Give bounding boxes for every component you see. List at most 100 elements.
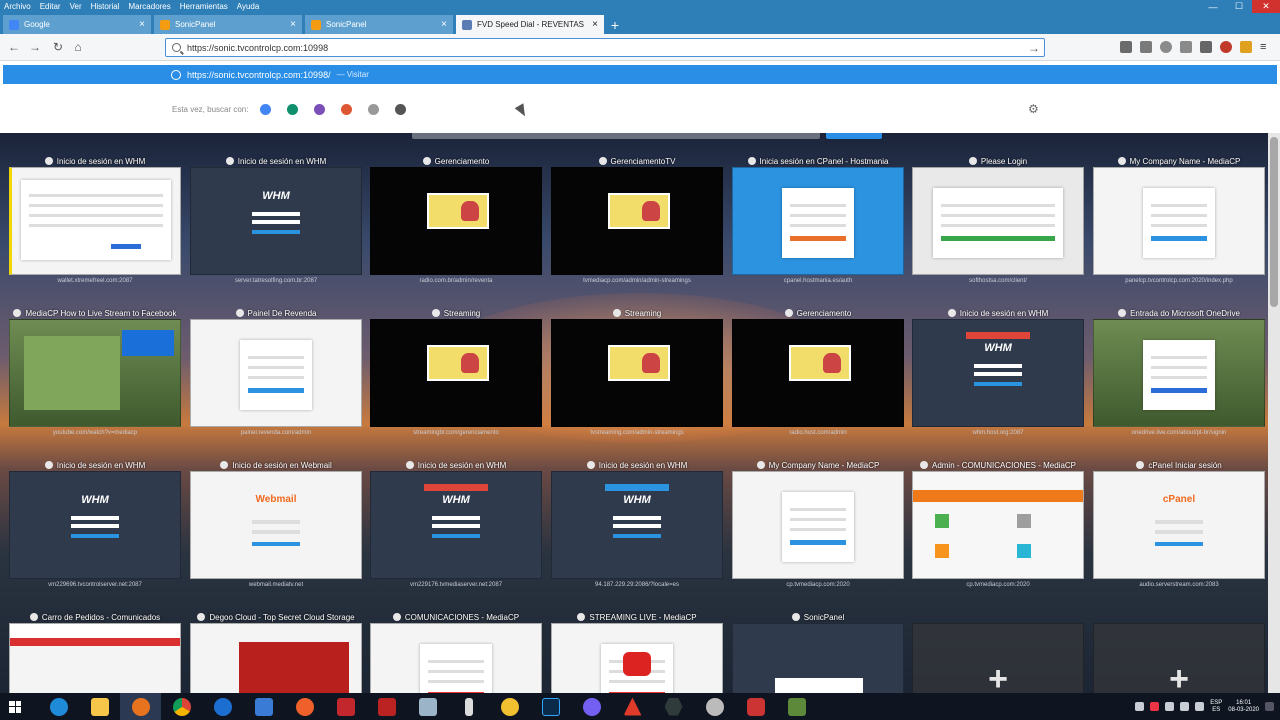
- taskbar-chrome[interactable]: [161, 693, 202, 720]
- add-dial-icon[interactable]: +: [1094, 662, 1264, 693]
- menu-item-6[interactable]: Ayuda: [237, 2, 260, 11]
- speed-dial-search-button[interactable]: [826, 133, 882, 139]
- account-icon[interactable]: [1160, 41, 1172, 53]
- taskbar-app-record[interactable]: [735, 693, 776, 720]
- dial-thumbnail[interactable]: +: [912, 623, 1084, 693]
- dial-thumbnail[interactable]: [732, 471, 904, 579]
- speed-dial-tile[interactable]: My Company Name - MediaCP panelcp.tvcontr…: [1093, 155, 1265, 287]
- taskbar-app-orange[interactable]: [284, 693, 325, 720]
- reload-icon[interactable]: ↻: [50, 39, 66, 55]
- speed-dial-tile[interactable]: Painel De Revenda painel.revenda.com/admi…: [190, 307, 362, 439]
- addon-shield-icon[interactable]: [1240, 41, 1252, 53]
- speed-dial-tile[interactable]: Inicio de sesión en WHM WHM server.tatreso…: [190, 155, 362, 287]
- duckduckgo-icon[interactable]: [341, 104, 353, 115]
- add-dial-icon[interactable]: +: [913, 662, 1083, 693]
- search-settings-gear-icon[interactable]: ⚙: [1028, 103, 1040, 115]
- speed-dial-tile[interactable]: cPanel Iniciar sesión cPanel audio.servers…: [1093, 459, 1265, 591]
- speed-dial-tile[interactable]: Streaming tvstreaming.com/admin-streaming…: [551, 307, 723, 439]
- speed-dial-tile[interactable]: SonicPanel: [732, 611, 904, 693]
- addon-icon[interactable]: [1200, 41, 1212, 53]
- menu-item-4[interactable]: Marcadores: [129, 2, 171, 11]
- tab-0[interactable]: Google ×: [3, 15, 151, 34]
- taskbar-ie[interactable]: [38, 693, 79, 720]
- notifications-icon[interactable]: [1265, 702, 1274, 711]
- speed-dial-tile[interactable]: Degoo Cloud - Top Secret Cloud Storage: [190, 611, 362, 693]
- dial-thumbnail[interactable]: [732, 319, 904, 427]
- speed-dial-tile[interactable]: STREAMING LIVE - MediaCP: [551, 611, 723, 693]
- yahoo-icon[interactable]: [314, 104, 326, 115]
- menu-item-5[interactable]: Herramientas: [180, 2, 228, 11]
- dial-thumbnail[interactable]: WHM: [370, 471, 542, 579]
- speed-dial-tile[interactable]: Please Login softhostsa.com/client/: [912, 155, 1084, 287]
- minimize-button[interactable]: —: [1200, 0, 1226, 13]
- speed-dial-tile[interactable]: Gerenciamento radio.host.com/admin: [732, 307, 904, 439]
- tray-app-icon[interactable]: [1150, 702, 1160, 711]
- forward-icon[interactable]: →: [27, 39, 43, 55]
- back-icon[interactable]: ←: [6, 39, 22, 55]
- taskbar-app-red[interactable]: [612, 693, 653, 720]
- speed-dial-tile[interactable]: Inicio de sesión en WHM WHM whm.host.org:2…: [912, 307, 1084, 439]
- speed-dial-tile[interactable]: Admin - COMUNICACIONES - MediaCP cp.tvmed…: [912, 459, 1084, 591]
- taskbar-vpn[interactable]: [489, 693, 530, 720]
- dial-thumbnail[interactable]: cPanel: [1093, 471, 1265, 579]
- dial-thumbnail[interactable]: [370, 319, 542, 427]
- dial-thumbnail[interactable]: [9, 167, 181, 275]
- tab-3[interactable]: FVD Speed Dial - REVENTAS ×: [456, 15, 604, 34]
- speed-dial-tile[interactable]: Inicia sesión en CPanel - Hostmania cpane…: [732, 155, 904, 287]
- dial-thumbnail[interactable]: [190, 319, 362, 427]
- dial-thumbnail[interactable]: [190, 623, 362, 693]
- taskbar-app-green[interactable]: [776, 693, 817, 720]
- speed-dial-tile[interactable]: +: [1093, 611, 1265, 693]
- dial-thumbnail[interactable]: WHM: [9, 471, 181, 579]
- speed-dial-tile[interactable]: Carro de Pedidos - Comunicados: [9, 611, 181, 693]
- speed-dial-search-input[interactable]: [412, 133, 820, 139]
- dial-thumbnail[interactable]: [551, 167, 723, 275]
- dial-thumbnail[interactable]: [551, 319, 723, 427]
- speed-dial-tile[interactable]: My Company Name - MediaCP cp.tvmediacp.co…: [732, 459, 904, 591]
- taskbar-app-stick[interactable]: [448, 693, 489, 720]
- dial-thumbnail[interactable]: [9, 319, 181, 427]
- speed-dial-tile[interactable]: Entrada do Microsoft OneDrive onedrive.li…: [1093, 307, 1265, 439]
- speed-dial-tile[interactable]: Inicio de sesión en WHM wallet.xtremefree…: [9, 155, 181, 287]
- bing-icon[interactable]: [287, 104, 299, 115]
- speed-dial-tile[interactable]: Inicio de sesión en WHM WHM vm229176.tvmed…: [370, 459, 542, 591]
- dial-thumbnail[interactable]: [1093, 319, 1265, 427]
- taskbar-app-shield[interactable]: [243, 693, 284, 720]
- speed-dial-tile[interactable]: Gerenciamento radio.com.br/admin/reventa: [370, 155, 542, 287]
- go-arrow-icon[interactable]: →: [1028, 41, 1040, 55]
- menu-item-2[interactable]: Ver: [70, 2, 82, 11]
- url-text[interactable]: https://sonic.tvcontrolcp.com:10998: [187, 43, 328, 53]
- hamburger-menu-icon[interactable]: ≡: [1260, 41, 1272, 53]
- taskbar-photoshop[interactable]: [530, 693, 571, 720]
- taskbar-firefox[interactable]: [120, 693, 161, 720]
- taskbar-app-gear[interactable]: [694, 693, 735, 720]
- tab-2[interactable]: SonicPanel ×: [305, 15, 453, 34]
- google-icon[interactable]: [260, 104, 272, 115]
- dial-thumbnail[interactable]: [551, 623, 723, 693]
- tray-language[interactable]: ESP ES: [1210, 700, 1222, 714]
- speed-dial-tile[interactable]: MediaCP How to Live Stream to Facebook yo…: [9, 307, 181, 439]
- dial-thumbnail[interactable]: [9, 623, 181, 693]
- dial-thumbnail[interactable]: [912, 167, 1084, 275]
- tab-close-icon[interactable]: ×: [290, 19, 296, 30]
- tab-1[interactable]: SonicPanel ×: [154, 15, 302, 34]
- dial-thumbnail[interactable]: [370, 623, 542, 693]
- url-bar[interactable]: https://sonic.tvcontrolcp.com:10998 →: [165, 38, 1045, 57]
- page-scrollbar[interactable]: [1268, 133, 1280, 693]
- addon-red-icon[interactable]: [1220, 41, 1232, 53]
- suggestion-row[interactable]: https://sonic.tvcontrolcp.com:10998/ — V…: [3, 65, 1277, 84]
- dial-thumbnail[interactable]: [1093, 167, 1265, 275]
- dial-thumbnail[interactable]: WHM: [190, 167, 362, 275]
- new-tab-button[interactable]: +: [604, 15, 626, 34]
- tab-close-icon[interactable]: ×: [139, 19, 145, 30]
- taskbar-audio[interactable]: [366, 693, 407, 720]
- speed-dial-tile[interactable]: Inicio de sesión en WHM WHM 94.187.229.29:…: [551, 459, 723, 591]
- start-button[interactable]: [0, 693, 30, 720]
- speed-dial-tile[interactable]: Streaming streamingbr.com/gerenciamento: [370, 307, 542, 439]
- speed-dial-tile[interactable]: Inicio de sesión en WHM WHM vm229696.tvcon…: [9, 459, 181, 591]
- library-icon[interactable]: [1120, 41, 1132, 53]
- dial-thumbnail[interactable]: Webmail: [190, 471, 362, 579]
- tab-close-icon[interactable]: ×: [592, 19, 598, 30]
- tray-speaker-icon[interactable]: [1195, 702, 1205, 711]
- speed-dial-tile[interactable]: COMUNICACIONES - MediaCP: [370, 611, 542, 693]
